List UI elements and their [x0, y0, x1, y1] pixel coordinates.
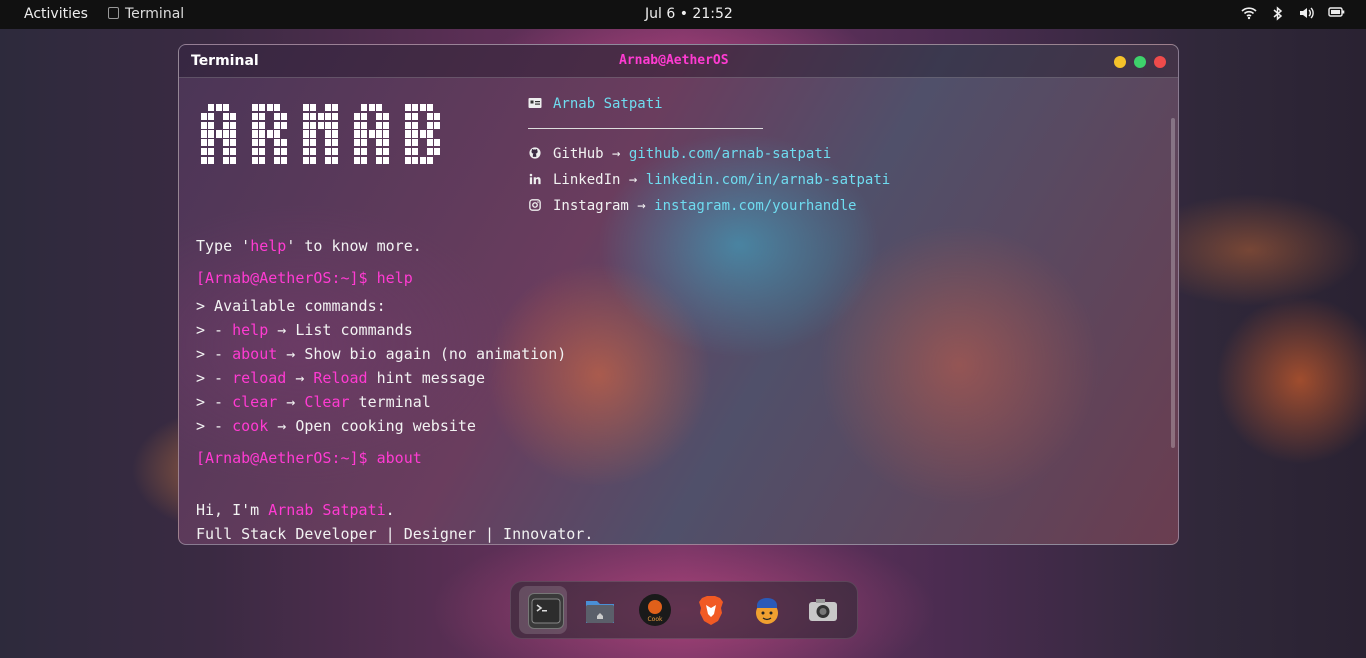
volume-icon[interactable]	[1299, 6, 1315, 22]
entered-command: help	[376, 269, 413, 287]
github-icon	[529, 147, 541, 159]
item-prefix: > -	[196, 369, 233, 387]
command-name: clear	[232, 393, 278, 411]
top-bar: Activities Terminal Jul 6 • 21:52	[0, 0, 1366, 29]
command-list-item: > - help → List commands	[196, 321, 413, 339]
app-menu[interactable]: Terminal	[108, 6, 184, 22]
battery-icon[interactable]	[1328, 6, 1345, 22]
profile-name: Arnab Satpati	[553, 96, 663, 112]
linkedin-link[interactable]: linkedin.com/in/arnab-satpati	[646, 172, 890, 188]
divider	[528, 128, 763, 129]
github-label: GitHub	[553, 146, 604, 162]
bio-line-1: Hi, I'm Arnab Satpati.	[196, 501, 395, 519]
app-name-label: Terminal	[125, 6, 185, 22]
clock[interactable]: Jul 6 • 21:52	[645, 6, 733, 22]
chef-app-icon[interactable]	[750, 593, 784, 627]
files-icon[interactable]	[583, 593, 617, 627]
prompt: [Arnab@AetherOS:~]$	[196, 449, 368, 467]
dock: Cook	[510, 581, 858, 639]
terminal-icon[interactable]	[528, 593, 564, 629]
github-row: GitHub → github.com/arnab-satpati	[528, 146, 831, 162]
prompt: [Arnab@AetherOS:~]$	[196, 269, 368, 287]
github-link[interactable]: github.com/arnab-satpati	[629, 146, 831, 162]
scrollbar[interactable]	[1171, 118, 1175, 448]
window-titlebar[interactable]: Terminal Arnab@AetherOS	[179, 45, 1178, 78]
terminal-content[interactable]: Arnab Satpati GitHub → github.com/arnab-…	[179, 78, 1178, 544]
hint-prefix: Type '	[196, 237, 251, 255]
command-description-highlight: Reload	[313, 369, 368, 387]
instagram-link[interactable]: instagram.com/yourhandle	[654, 198, 856, 214]
system-tray[interactable]	[1241, 6, 1345, 22]
arrow: →	[628, 172, 638, 188]
linkedin-label: LinkedIn	[553, 172, 621, 188]
hint-suffix: ' to know more.	[286, 237, 422, 255]
command-name: about	[232, 345, 278, 363]
maximize-button[interactable]	[1134, 56, 1146, 68]
instagram-label: Instagram	[553, 198, 629, 214]
command-name: reload	[232, 369, 287, 387]
close-button[interactable]	[1154, 56, 1166, 68]
profile-name-row: Arnab Satpati	[528, 96, 663, 112]
command-list-item: > - cook → Open cooking website	[196, 417, 476, 435]
command-list-item: > - clear → Clear terminal	[196, 393, 431, 411]
brave-browser-icon[interactable]	[694, 593, 728, 627]
minimize-button[interactable]	[1114, 56, 1126, 68]
command-description: Open cooking website	[295, 417, 476, 435]
arrow: →	[277, 345, 305, 363]
window-title: Terminal	[191, 53, 259, 69]
bio-name: Arnab Satpati	[268, 501, 386, 519]
command-name: help	[232, 321, 269, 339]
instagram-icon	[529, 199, 541, 211]
prompt-line-1: [Arnab@AetherOS:~]$ help	[196, 269, 413, 287]
id-card-icon	[528, 98, 542, 108]
command-list-item: > - about → Show bio again (no animation…	[196, 345, 566, 363]
item-prefix: > -	[196, 417, 233, 435]
cook-app-icon[interactable]: Cook	[638, 593, 672, 627]
hint-command: help	[250, 237, 287, 255]
command-description-rest: hint message	[367, 369, 485, 387]
terminal-window[interactable]: Terminal Arnab@AetherOS Arnab Satpati Gi…	[178, 44, 1179, 545]
bio-prefix: Hi, I'm	[196, 501, 269, 519]
item-prefix: > -	[196, 393, 233, 411]
cook-label: Cook	[647, 616, 663, 623]
bio-suffix: .	[385, 501, 395, 519]
arrow: →	[637, 198, 646, 214]
linkedin-icon	[529, 173, 541, 185]
command-description-highlight: Clear	[304, 393, 350, 411]
activities-button[interactable]: Activities	[24, 6, 88, 22]
camera-icon[interactable]	[806, 593, 840, 627]
arrow: →	[612, 146, 621, 162]
command-description-rest: terminal	[349, 393, 431, 411]
item-prefix: > -	[196, 345, 233, 363]
arrow: →	[268, 417, 296, 435]
command-description: Show bio again (no animation)	[304, 345, 567, 363]
entered-command: about	[376, 449, 422, 467]
bluetooth-icon[interactable]	[1270, 6, 1286, 22]
instagram-row: Instagram → instagram.com/yourhandle	[528, 198, 856, 214]
command-name: cook	[232, 417, 269, 435]
arrow: →	[286, 369, 314, 387]
prompt-line-2: [Arnab@AetherOS:~]$ about	[196, 449, 422, 467]
window-center-title: Arnab@AetherOS	[619, 53, 729, 68]
bio-line-2: Full Stack Developer | Designer | Innova…	[196, 525, 594, 543]
arrow: →	[277, 393, 305, 411]
linkedin-row: LinkedIn → linkedin.com/in/arnab-satpati	[528, 172, 890, 188]
wifi-icon[interactable]	[1241, 6, 1257, 22]
command-list-item: > - reload → Reload hint message	[196, 369, 485, 387]
output-available: > Available commands:	[196, 297, 386, 315]
arrow: →	[268, 321, 296, 339]
hint-line: Type 'help' to know more.	[196, 237, 422, 255]
item-prefix: > -	[196, 321, 233, 339]
window-controls	[1114, 56, 1166, 68]
command-description: List commands	[295, 321, 413, 339]
terminal-small-icon	[108, 7, 119, 19]
